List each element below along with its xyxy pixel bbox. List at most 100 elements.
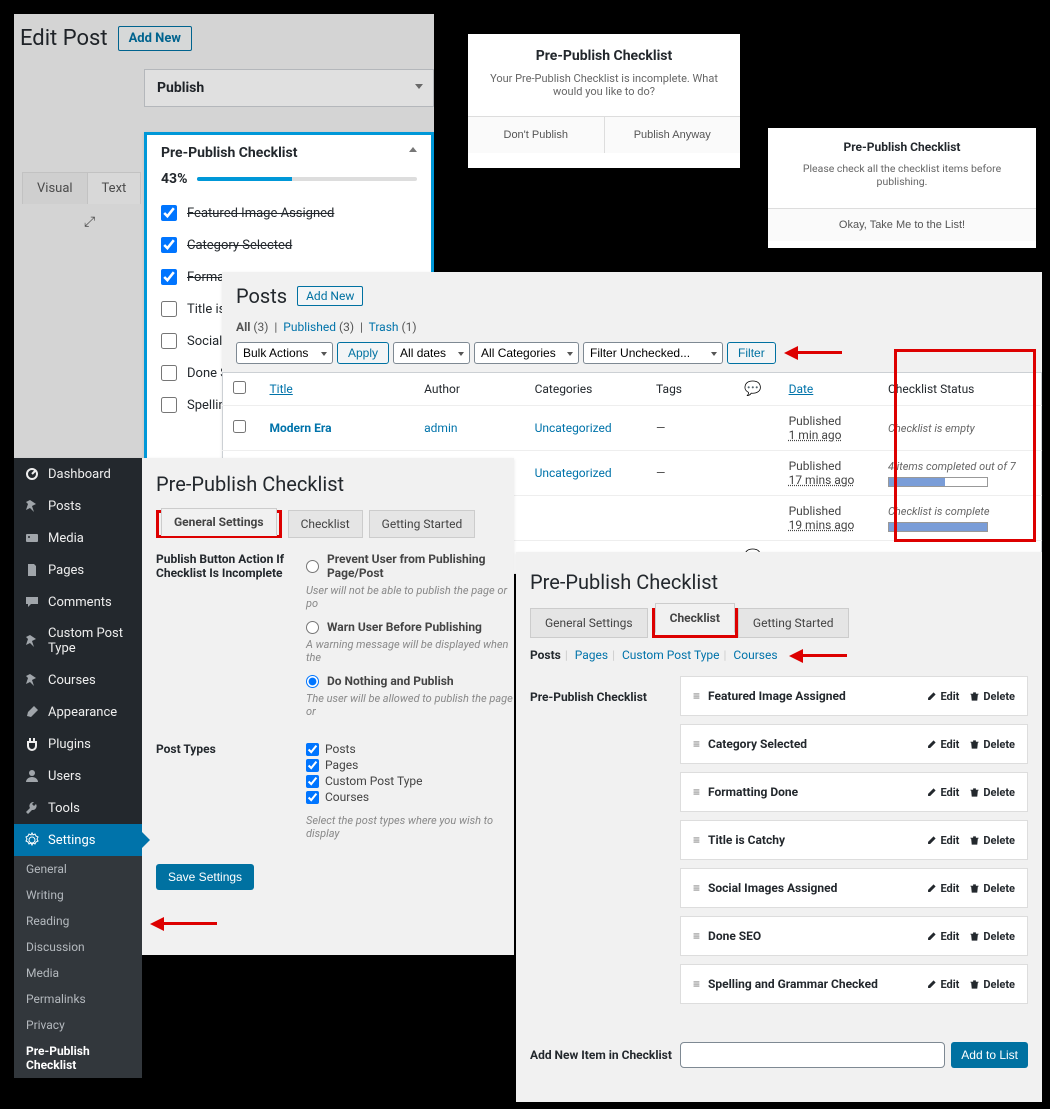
dont-publish-button[interactable]: Don't Publish	[468, 117, 604, 153]
sidebar-item[interactable]: Appearance	[14, 696, 142, 728]
apply-button[interactable]: Apply	[337, 342, 389, 364]
edit-button[interactable]: Edit	[926, 930, 959, 943]
sublink-pages[interactable]: Pages	[575, 648, 608, 662]
sidebar-subitem[interactable]: Media	[14, 960, 142, 986]
delete-button[interactable]: Delete	[969, 690, 1015, 703]
checklist-item-row[interactable]: ≡ Spelling and Grammar Checked Edit Dele…	[680, 964, 1028, 1004]
drag-icon[interactable]: ≡	[693, 833, 698, 847]
sidebar-item[interactable]: Posts	[14, 490, 142, 522]
bulk-actions-select[interactable]: Bulk Actions	[236, 342, 333, 364]
sidebar-item[interactable]: Dashboard	[14, 458, 142, 490]
sidebar-subitem[interactable]: Discussion	[14, 934, 142, 960]
trash-link[interactable]: Trash	[369, 320, 399, 334]
sidebar-subitem[interactable]: General	[14, 856, 142, 882]
date-col[interactable]: Date	[789, 382, 814, 396]
delete-button[interactable]: Delete	[969, 834, 1015, 847]
sidebar-subitem[interactable]: Permalinks	[14, 986, 142, 1012]
delete-button[interactable]: Delete	[969, 930, 1015, 943]
item-checkbox[interactable]	[161, 397, 177, 413]
warn-radio[interactable]	[306, 621, 319, 634]
sidebar-item[interactable]: Courses	[14, 664, 142, 696]
delete-button[interactable]: Delete	[969, 786, 1015, 799]
delete-button[interactable]: Delete	[969, 978, 1015, 991]
category-link[interactable]: Uncategorized	[535, 466, 612, 480]
sublink-posts[interactable]: Posts	[530, 648, 561, 662]
unchecked-select[interactable]: Filter Unchecked...	[583, 342, 723, 364]
published-link[interactable]: Published	[283, 320, 336, 334]
edit-button[interactable]: Edit	[926, 738, 959, 751]
post-type-checkbox[interactable]	[306, 743, 319, 756]
sidebar-item[interactable]: Comments	[14, 586, 142, 618]
save-settings-button[interactable]: Save Settings	[156, 864, 254, 890]
sidebar-item[interactable]: Users	[14, 760, 142, 792]
edit-button[interactable]: Edit	[926, 882, 959, 895]
sidebar-item[interactable]: Plugins	[14, 728, 142, 760]
delete-button[interactable]: Delete	[969, 738, 1015, 751]
drag-icon[interactable]: ≡	[693, 737, 698, 751]
post-type-checkbox[interactable]	[306, 759, 319, 772]
checklist-item-row[interactable]: ≡ Title is Catchy Edit Delete	[680, 820, 1028, 860]
drag-icon[interactable]: ≡	[693, 929, 698, 943]
drag-icon[interactable]: ≡	[693, 881, 698, 895]
expand-icon[interactable]: ⤢	[84, 214, 95, 230]
tab-getting-started[interactable]: Getting Started	[738, 608, 849, 638]
tab-checklist[interactable]: Checklist	[655, 603, 735, 633]
add-item-input[interactable]	[680, 1042, 945, 1068]
add-new-button[interactable]: Add New	[297, 286, 363, 306]
sidebar-subitem[interactable]: Writing	[14, 882, 142, 908]
checklist-item-row[interactable]: ≡ Done SEO Edit Delete	[680, 916, 1028, 956]
sidebar-subitem[interactable]: Pre-Publish Checklist	[14, 1038, 142, 1078]
sidebar-subitem[interactable]: Reading	[14, 908, 142, 934]
edit-button[interactable]: Edit	[926, 834, 959, 847]
row-checkbox[interactable]	[233, 420, 246, 433]
edit-button[interactable]: Edit	[926, 690, 959, 703]
text-tab[interactable]: Text	[88, 173, 141, 204]
prevent-radio[interactable]	[306, 560, 319, 573]
publish-anyway-button[interactable]: Publish Anyway	[604, 117, 741, 153]
filter-button[interactable]: Filter	[727, 342, 776, 364]
sidebar-item[interactable]: Custom Post Type	[14, 618, 142, 664]
tab-getting-started[interactable]: Getting Started	[369, 510, 476, 538]
post-type-checkbox[interactable]	[306, 791, 319, 804]
item-checkbox[interactable]	[161, 205, 177, 221]
sidebar-item[interactable]: Pages	[14, 554, 142, 586]
drag-icon[interactable]: ≡	[693, 977, 698, 991]
title-col[interactable]: Title	[270, 382, 293, 396]
drag-icon[interactable]: ≡	[693, 785, 698, 799]
dates-select[interactable]: All dates	[393, 342, 470, 364]
delete-button[interactable]: Delete	[969, 882, 1015, 895]
item-checkbox[interactable]	[161, 301, 177, 317]
author-link[interactable]: admin	[424, 421, 457, 435]
item-checkbox[interactable]	[161, 365, 177, 381]
sidebar-subitem[interactable]: Privacy	[14, 1012, 142, 1038]
add-to-list-button[interactable]: Add to List	[951, 1042, 1028, 1068]
tab-checklist[interactable]: Checklist	[288, 510, 363, 538]
checklist-item-row[interactable]: ≡ Category Selected Edit Delete	[680, 724, 1028, 764]
sublink-cpt[interactable]: Custom Post Type	[622, 648, 720, 662]
item-checkbox[interactable]	[161, 237, 177, 253]
okay-button[interactable]: Okay, Take Me to the List!	[768, 208, 1036, 241]
nothing-radio[interactable]	[306, 675, 319, 688]
checklist-item[interactable]: Featured Image Assigned	[161, 205, 417, 221]
edit-button[interactable]: Edit	[926, 786, 959, 799]
checklist-item[interactable]: Category Selected	[161, 237, 417, 253]
post-type-checkbox[interactable]	[306, 775, 319, 788]
chevron-up-icon[interactable]	[409, 147, 417, 152]
sidebar-item[interactable]: Tools	[14, 792, 142, 824]
sublink-courses[interactable]: Courses	[733, 648, 777, 662]
tab-general-settings[interactable]: General Settings	[161, 508, 277, 536]
publish-metabox[interactable]: Publish	[144, 69, 434, 107]
tab-general-settings[interactable]: General Settings	[530, 608, 648, 638]
sidebar-item[interactable]: Settings	[14, 824, 142, 856]
visual-tab[interactable]: Visual	[23, 173, 88, 204]
checklist-item-row[interactable]: ≡ Formatting Done Edit Delete	[680, 772, 1028, 812]
edit-button[interactable]: Edit	[926, 978, 959, 991]
categories-select[interactable]: All Categories	[474, 342, 579, 364]
item-checkbox[interactable]	[161, 269, 177, 285]
category-link[interactable]: Uncategorized	[535, 421, 612, 435]
select-all-checkbox[interactable]	[233, 381, 246, 394]
item-checkbox[interactable]	[161, 333, 177, 349]
checklist-item-row[interactable]: ≡ Social Images Assigned Edit Delete	[680, 868, 1028, 908]
add-new-button[interactable]: Add New	[118, 26, 192, 51]
all-link[interactable]: All	[236, 320, 250, 334]
